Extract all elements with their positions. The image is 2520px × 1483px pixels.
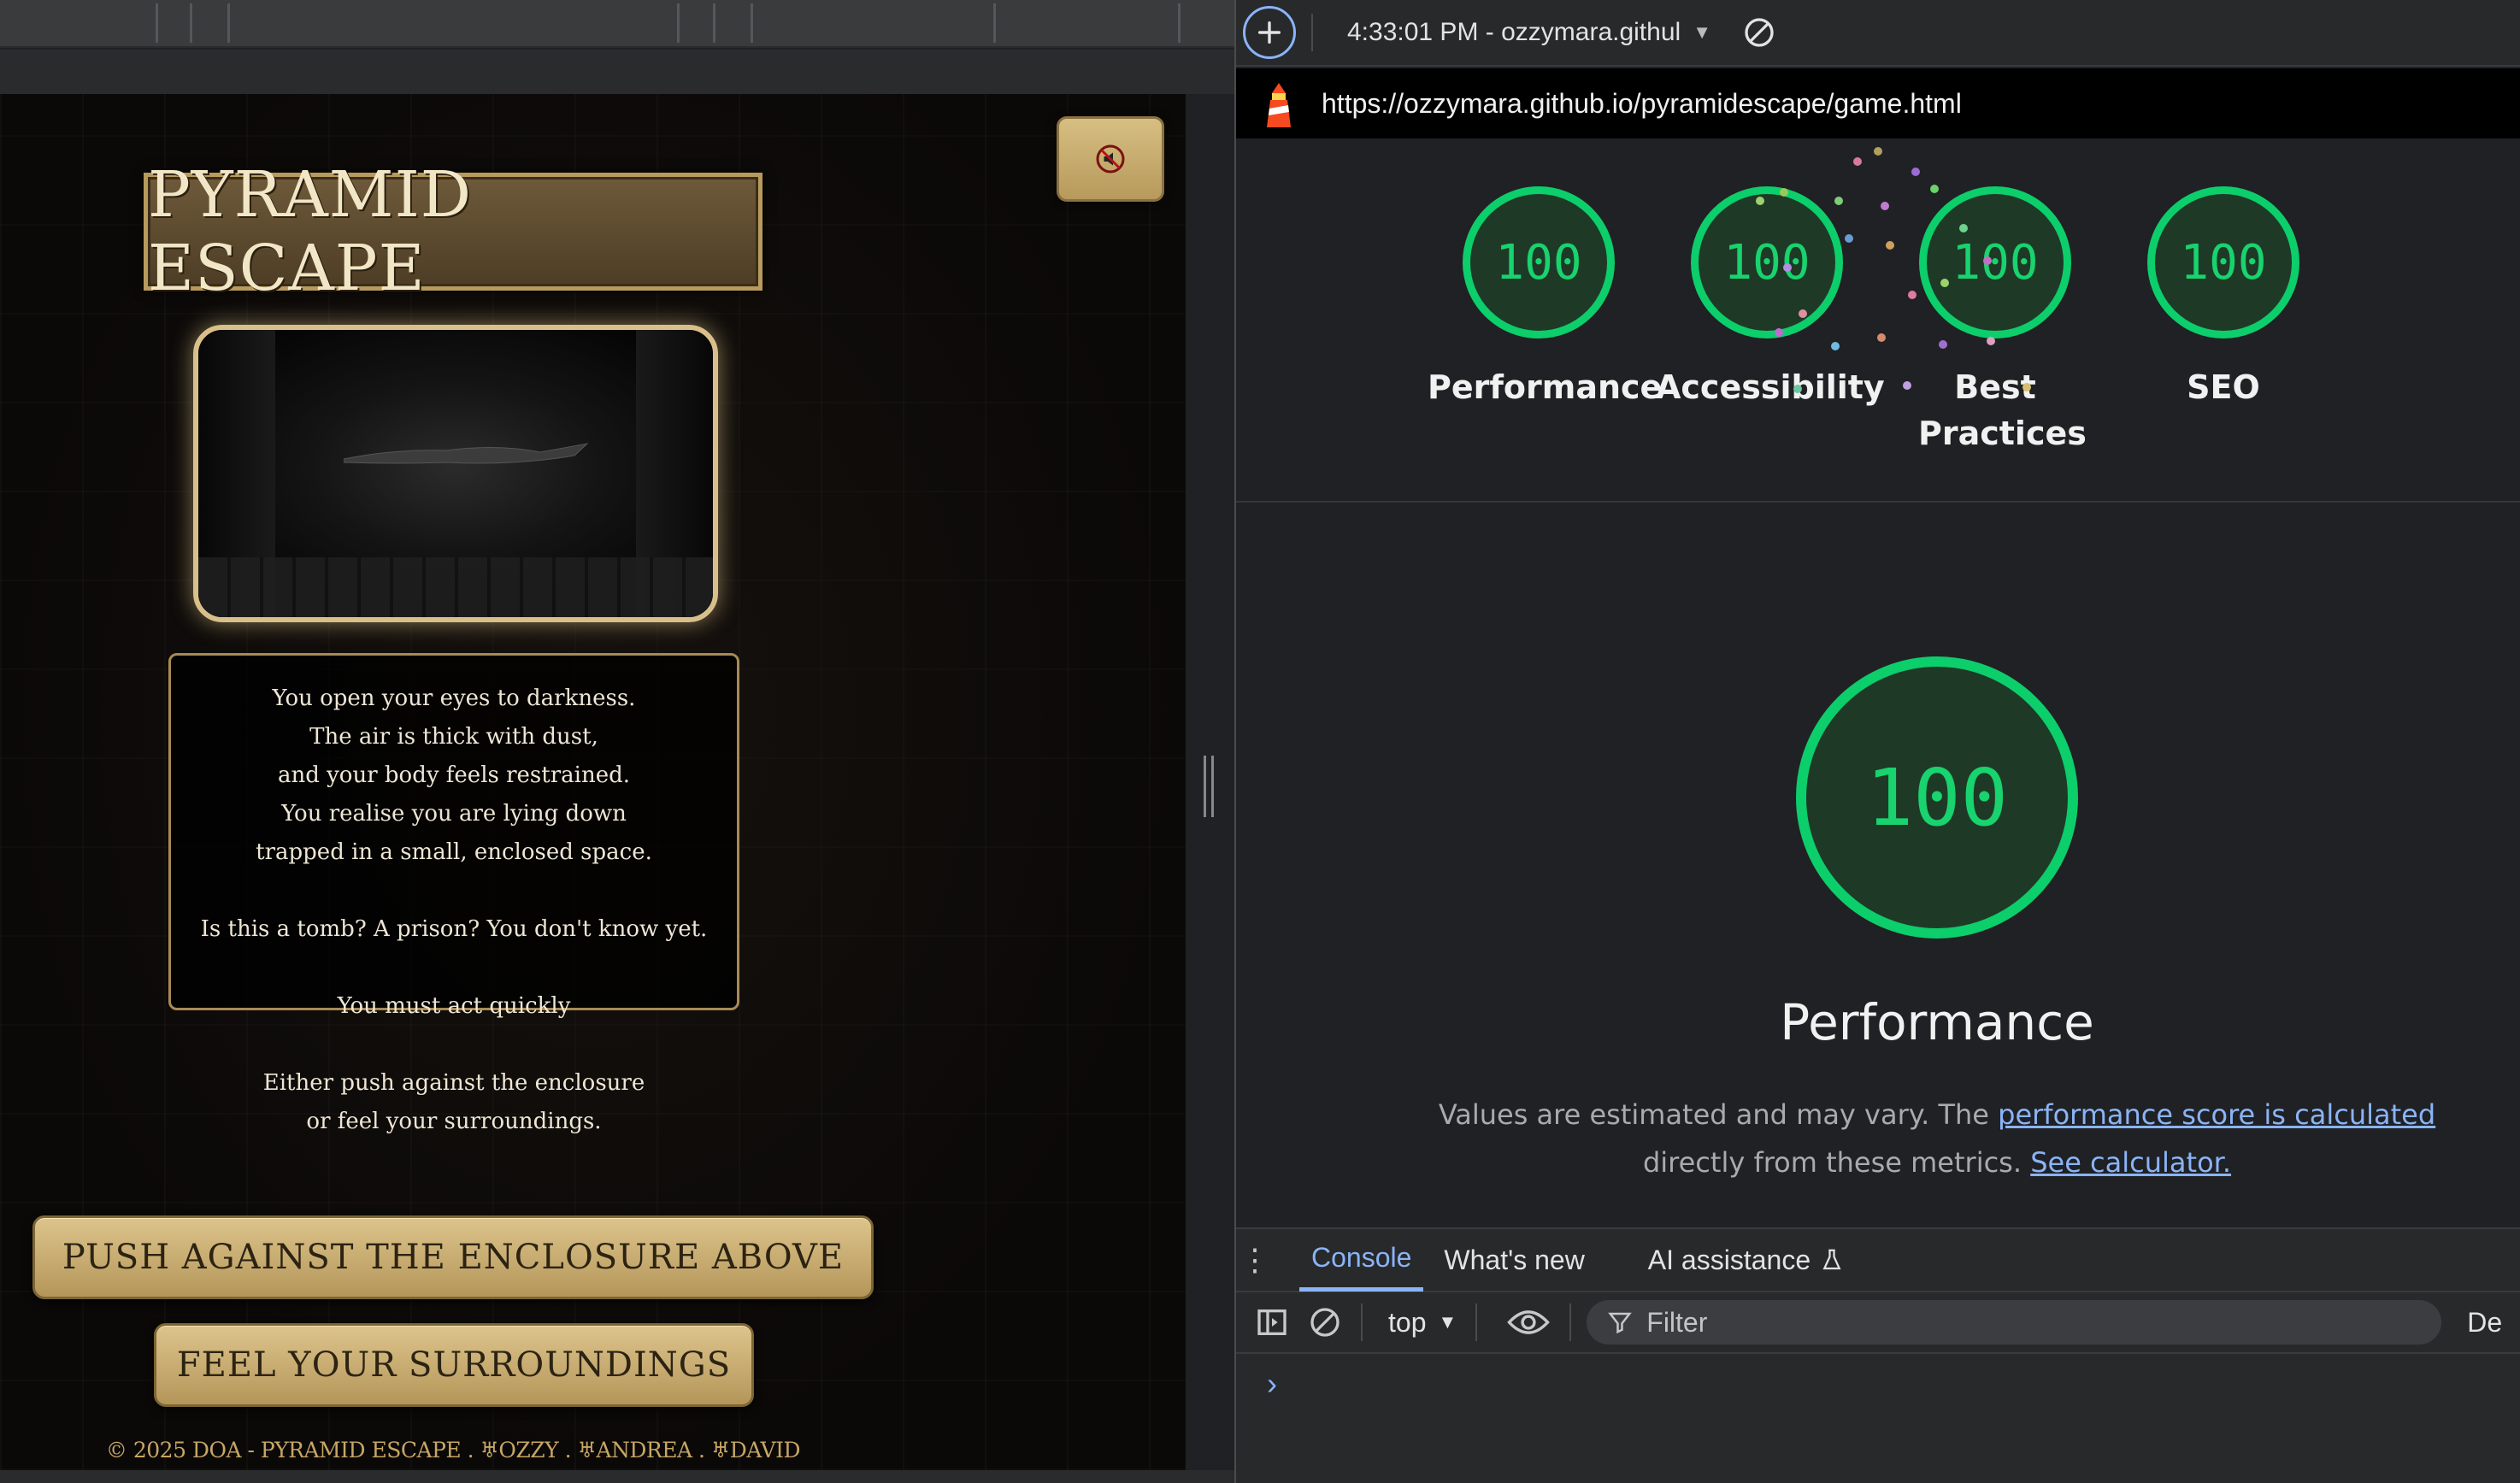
- console-filter-input[interactable]: Filter: [1587, 1300, 2442, 1345]
- big-score-value: 100: [1865, 751, 2009, 844]
- strip-divider: [190, 3, 192, 43]
- plus-icon: [1257, 21, 1281, 44]
- game-title: PYRAMID ESCAPE: [148, 158, 473, 305]
- score-ring: 100: [1463, 186, 1615, 338]
- new-report-button[interactable]: [1243, 6, 1296, 59]
- default-levels-select[interactable]: De: [2467, 1307, 2502, 1339]
- story-line: You realise you are lying down: [281, 801, 627, 827]
- score-calculation-link[interactable]: performance score is calculated: [1998, 1098, 2435, 1131]
- scene-floor: [198, 557, 713, 617]
- game-title-plaque: PYRAMID ESCAPE: [144, 158, 762, 305]
- left-top-strip: [0, 0, 1234, 48]
- story-text-box: You open your eyes to darkness. The air …: [168, 653, 739, 1134]
- report-select[interactable]: 4:33:01 PM - ozzymara.githul ▼: [1347, 18, 1711, 47]
- game-viewport: PYRAMID ESCAPE You open your eyes to dar…: [0, 94, 1186, 1470]
- devtools-panel: 4:33:01 PM - ozzymara.githul ▼ https://o…: [1236, 0, 2520, 1483]
- story-line: or feel your surroundings.: [306, 1109, 602, 1134]
- tab-console[interactable]: Console: [1299, 1228, 1424, 1292]
- gauge-seo[interactable]: 100 SEO: [2146, 186, 2300, 410]
- clear-console-icon[interactable]: [1308, 1305, 1342, 1339]
- report-url: https://ozzymara.github.io/pyramidescape…: [1322, 87, 1962, 119]
- story-line: Is this a tomb? A prison? You don't know…: [200, 916, 708, 942]
- toolbar-separator: [1311, 14, 1313, 51]
- story-line: The air is thick with dust,: [309, 724, 598, 750]
- strip-divider: [677, 3, 680, 43]
- feel-surroundings-button[interactable]: FEEL YOUR SURROUNDINGS: [154, 1323, 754, 1407]
- note-text: directly from these metrics.: [1642, 1146, 2031, 1179]
- left-sub-strip: [0, 50, 1234, 94]
- push-enclosure-button[interactable]: PUSH AGAINST THE ENCLOSURE ABOVE: [32, 1215, 874, 1299]
- sidebar-toggle-icon[interactable]: [1255, 1305, 1289, 1339]
- filter-icon: [1608, 1312, 1633, 1334]
- score-label: Accessibility: [1656, 368, 1885, 406]
- mute-button[interactable]: [1057, 116, 1164, 202]
- devtools-drawer: ⋮ Console What's new AI assistance top ▼…: [1236, 1227, 2520, 1483]
- score-label: Best Practices: [1918, 368, 2087, 452]
- tab-label: AI assistance: [1647, 1244, 1811, 1275]
- scene-image: [193, 325, 718, 622]
- strip-divider: [156, 3, 158, 43]
- see-calculator-link[interactable]: See calculator.: [2030, 1146, 2231, 1179]
- score-value: 100: [2180, 234, 2267, 291]
- strip-divider: [227, 3, 230, 43]
- tab-whats-new[interactable]: What's new: [1432, 1228, 1596, 1292]
- console-toolbar: top ▼ Filter De: [1236, 1292, 2520, 1354]
- score-summary: 100 Performance 100 Accessibility 100 Be…: [1236, 138, 2520, 503]
- more-options-icon[interactable]: ⋮: [1236, 1242, 1274, 1278]
- context-select[interactable]: top ▼: [1388, 1307, 1457, 1339]
- flask-icon: [1822, 1249, 1841, 1270]
- score-ring: 100: [1919, 186, 2071, 338]
- pane-resize-handle[interactable]: [1204, 756, 1214, 817]
- console-prompt[interactable]: ›: [1267, 1366, 2520, 1402]
- story-line: and your body feels restrained.: [277, 762, 631, 788]
- score-label: SEO: [2187, 368, 2260, 406]
- filter-placeholder: Filter: [1646, 1306, 1708, 1338]
- score-value: 100: [1723, 234, 1811, 291]
- note-text: Values are estimated and may vary. The: [1438, 1098, 1999, 1131]
- gauge-accessibility[interactable]: 100 Accessibility: [1656, 186, 1885, 410]
- lighthouse-toolbar: 4:33:01 PM - ozzymara.githul ▼: [1236, 0, 2520, 67]
- strip-divider: [1178, 3, 1181, 43]
- game-footer: © 2025 DOA - PYRAMID ESCAPE . ♅OZZY . ♅A…: [105, 1438, 801, 1462]
- toolbar-separator: [1569, 1304, 1572, 1341]
- eye-icon[interactable]: [1506, 1307, 1551, 1338]
- score-value: 100: [1495, 234, 1582, 291]
- report-select-label: 4:33:01 PM - ozzymara.githul: [1347, 18, 1681, 46]
- strip-divider: [713, 3, 715, 43]
- score-ring: 100: [2147, 186, 2299, 338]
- score-value: 100: [1952, 234, 2039, 291]
- clear-all-icon[interactable]: [1742, 15, 1776, 50]
- left-bottom-strip: [0, 1470, 1234, 1483]
- story-line: Either push against the enclosure: [262, 1070, 645, 1096]
- category-title: Performance: [1780, 993, 2094, 1051]
- strip-divider: [993, 3, 996, 43]
- sarcophagus-figure: [344, 443, 589, 464]
- chevron-down-icon: ▼: [1438, 1311, 1457, 1333]
- gauge-best-practices[interactable]: 100 Best Practices: [1918, 186, 2087, 456]
- speaker-muted-icon: [1096, 144, 1125, 174]
- score-ring: 100: [1691, 186, 1843, 338]
- performance-big-gauge: 100: [1796, 656, 2078, 939]
- tab-ai-assistance[interactable]: AI assistance: [1636, 1228, 1857, 1292]
- story-line: You open your eyes to darkness.: [272, 686, 636, 711]
- toolbar-separator: [1361, 1304, 1363, 1341]
- lighthouse-logo-icon: [1267, 83, 1291, 127]
- context-label: top: [1388, 1306, 1427, 1338]
- chevron-down-icon: ▼: [1693, 21, 1711, 43]
- story-line: You must act quickly: [337, 993, 571, 1019]
- drawer-tab-bar: ⋮ Console What's new AI assistance: [1236, 1229, 2520, 1292]
- score-explanation: Values are estimated and may vary. The p…: [1236, 1091, 2520, 1186]
- gauge-performance[interactable]: 100 Performance: [1428, 186, 1662, 410]
- toolbar-separator: [1475, 1304, 1478, 1341]
- score-label: Performance: [1428, 368, 1663, 406]
- strip-divider: [751, 3, 753, 43]
- story-line: trapped in a small, enclosed space.: [256, 839, 652, 865]
- report-url-bar: https://ozzymara.github.io/pyramidescape…: [1236, 68, 2520, 138]
